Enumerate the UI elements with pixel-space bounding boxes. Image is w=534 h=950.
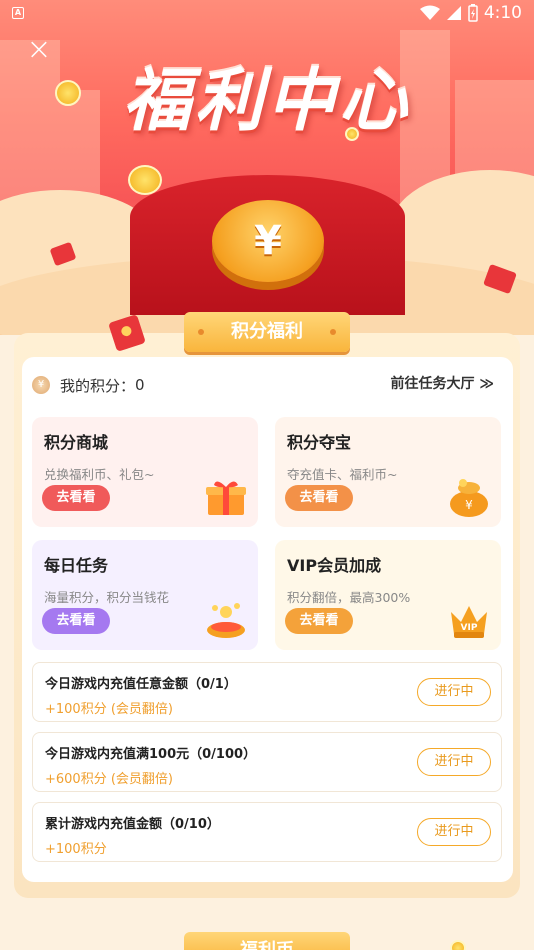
yuan-coin-icon: ¥ — [212, 200, 324, 282]
vip-crown-icon: VIP — [451, 606, 487, 638]
section-header: 积分福利 — [184, 312, 350, 352]
go-see-button[interactable]: 去看看 — [285, 608, 353, 634]
go-see-button[interactable]: 去看看 — [42, 608, 110, 634]
in-progress-button[interactable]: 进行中 — [417, 818, 491, 846]
my-points: ¥ 我的积分： 0 — [32, 372, 145, 398]
wifi-icon — [419, 5, 440, 20]
status-bar: A 4:10 — [0, 0, 534, 28]
in-progress-button[interactable]: 进行中 — [417, 678, 491, 706]
card-daily-tasks[interactable]: 每日任务 海量积分，积分当钱花 去看看 — [32, 540, 258, 650]
task-row: 累计游戏内充值金额（0/10） +100积分 进行中 — [32, 802, 502, 862]
task-row: 今日游戏内充值满100元（0/100） +600积分 (会员翻倍) 进行中 — [32, 732, 502, 792]
clock: 4:10 — [483, 3, 522, 23]
close-button[interactable]: × — [26, 35, 52, 65]
welfare-coin-section-header: 福利币 — [184, 932, 350, 950]
task-row: 今日游戏内充值任意金额（0/1） +100积分 (会员翻倍) 进行中 — [32, 662, 502, 722]
in-progress-button[interactable]: 进行中 — [417, 748, 491, 776]
card-points-mall[interactable]: 积分商城 兑换福利币、礼包~ 去看看 — [32, 417, 258, 527]
card-title: 每日任务 — [44, 556, 109, 575]
go-task-hall-link[interactable]: 前往任务大厅 ≫ — [390, 373, 494, 393]
svg-text:¥: ¥ — [465, 498, 473, 512]
card-title: VIP会员加成 — [287, 556, 382, 575]
points-value: 0 — [135, 376, 145, 394]
points-label: 我的积分： — [60, 376, 136, 395]
card-vip-bonus[interactable]: VIP会员加成 积分翻倍，最高300% 去看看 VIP — [275, 540, 501, 650]
card-points-treasure[interactable]: 积分夺宝 夺充值卡、福利币~ 去看看 ¥ — [275, 417, 501, 527]
card-title: 积分商城 — [44, 433, 109, 452]
go-see-button[interactable]: 去看看 — [285, 485, 353, 511]
card-title: 积分夺宝 — [287, 433, 352, 452]
gift-box-icon — [206, 481, 246, 515]
go-see-button[interactable]: 去看看 — [42, 485, 110, 511]
status-icons: 4:10 — [419, 3, 522, 23]
coins-bowl-icon — [207, 603, 245, 638]
gold-coin-decoration — [450, 940, 466, 950]
gold-coin-decoration — [128, 165, 162, 195]
battery-icon — [468, 4, 478, 22]
notification-icon: A — [12, 7, 24, 19]
points-coin-icon: ¥ — [32, 376, 50, 394]
svg-text:VIP: VIP — [461, 623, 478, 633]
money-bag-icon: ¥ — [450, 479, 488, 517]
signal-icon — [446, 6, 461, 20]
page-title: 福利中心 — [122, 62, 411, 141]
hero-banner: ¥ 福利中心 — [0, 0, 534, 335]
